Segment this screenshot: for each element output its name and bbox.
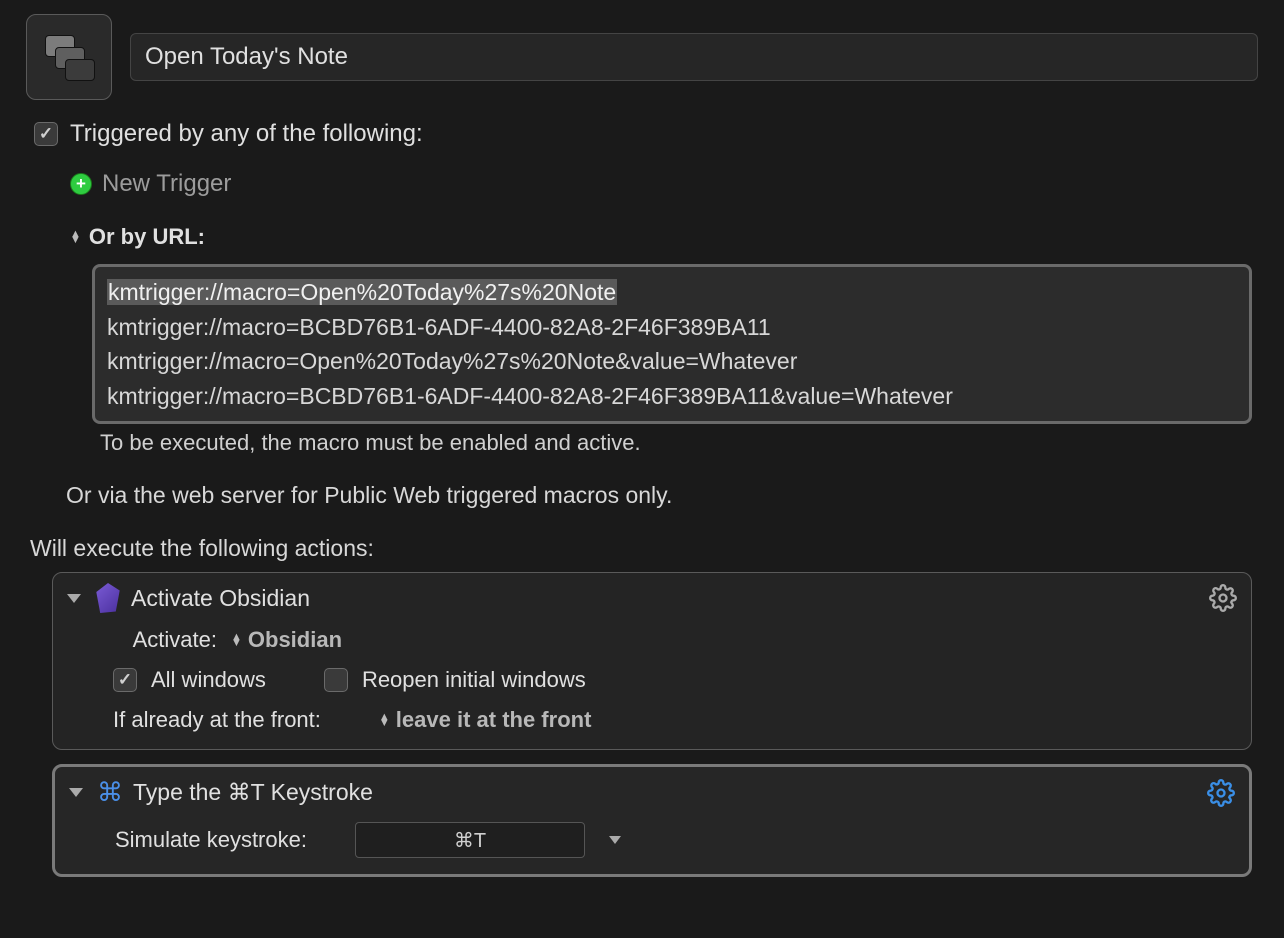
reopen-windows-checkbox[interactable] xyxy=(324,668,348,692)
macro-title-input[interactable] xyxy=(130,33,1258,81)
keystroke-menu-chevron-icon[interactable] xyxy=(609,836,621,844)
url-line-3[interactable]: kmtrigger://macro=Open%20Today%27s%20Not… xyxy=(107,344,1237,379)
url-line-1[interactable]: kmtrigger://macro=Open%20Today%27s%20Not… xyxy=(107,279,617,305)
activate-label: Activate: xyxy=(113,627,217,653)
gear-icon[interactable] xyxy=(1207,779,1235,807)
triggers-enabled-checkbox[interactable] xyxy=(34,122,58,146)
url-trigger-heading: Or by URL: xyxy=(89,224,205,250)
triggers-heading: Triggered by any of the following: xyxy=(70,120,423,148)
already-front-popup[interactable]: ▲▼ leave it at the front xyxy=(379,707,591,733)
action-title: Type the ⌘T Keystroke xyxy=(133,779,373,806)
disclosure-triangle-icon[interactable] xyxy=(69,788,83,797)
simulate-keystroke-label: Simulate keystroke: xyxy=(115,827,307,853)
already-front-label: If already at the front: xyxy=(113,707,321,733)
reopen-windows-label: Reopen initial windows xyxy=(362,667,586,693)
obsidian-app-icon xyxy=(95,583,121,613)
url-trigger-popup-icon[interactable]: ▲▼ xyxy=(70,231,81,243)
action-activate-obsidian[interactable]: Activate Obsidian Activate: ▲▼ Obsidian … xyxy=(52,572,1252,750)
url-trigger-box[interactable]: kmtrigger://macro=Open%20Today%27s%20Not… xyxy=(92,264,1252,424)
url-trigger-hint: To be executed, the macro must be enable… xyxy=(100,430,1258,456)
command-icon: ⌘ xyxy=(97,777,123,808)
web-trigger-hint: Or via the web server for Public Web tri… xyxy=(66,482,1258,509)
add-trigger-icon[interactable]: + xyxy=(70,173,92,195)
gear-icon[interactable] xyxy=(1209,584,1237,612)
all-windows-checkbox[interactable] xyxy=(113,668,137,692)
action-title: Activate Obsidian xyxy=(131,585,310,612)
action-type-keystroke[interactable]: ⌘ Type the ⌘T Keystroke Simulate keystro… xyxy=(52,764,1252,877)
all-windows-label: All windows xyxy=(151,667,266,693)
activate-app-popup[interactable]: ▲▼ Obsidian xyxy=(231,627,342,653)
disclosure-triangle-icon[interactable] xyxy=(67,594,81,603)
actions-heading: Will execute the following actions: xyxy=(30,535,1258,562)
macro-icon[interactable] xyxy=(26,14,112,100)
url-line-2[interactable]: kmtrigger://macro=BCBD76B1-6ADF-4400-82A… xyxy=(107,310,1237,345)
url-line-4[interactable]: kmtrigger://macro=BCBD76B1-6ADF-4400-82A… xyxy=(107,379,1237,414)
keystroke-field[interactable]: ⌘T xyxy=(355,822,585,858)
new-trigger-label[interactable]: New Trigger xyxy=(102,170,231,198)
